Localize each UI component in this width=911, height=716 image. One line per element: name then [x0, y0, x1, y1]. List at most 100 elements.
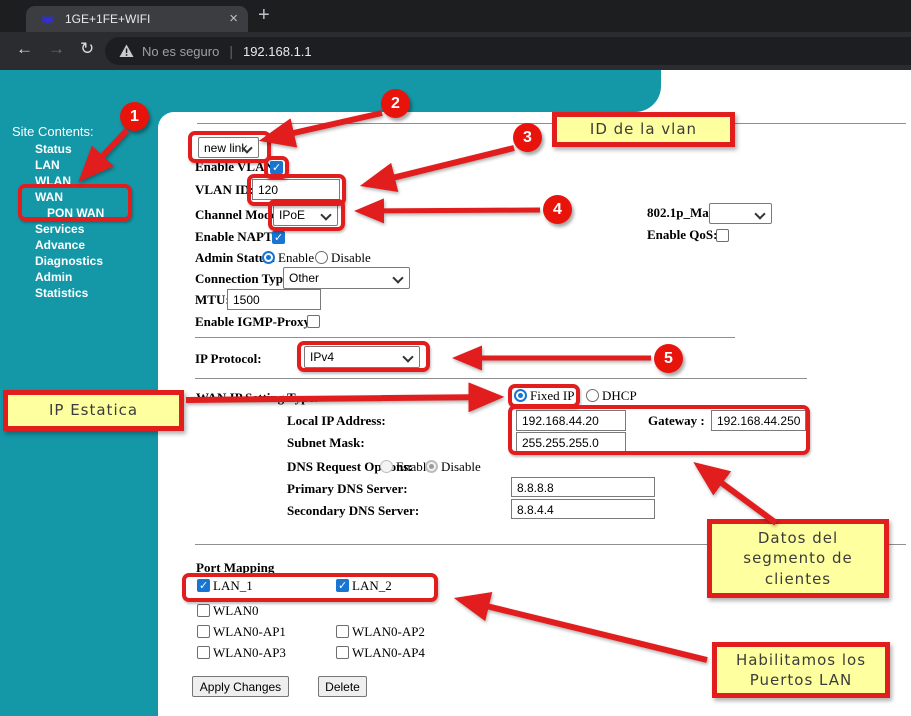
security-label: No es seguro	[142, 44, 219, 59]
wlan0-ap4-checkbox[interactable]	[336, 646, 349, 659]
dns-disable-label: Disable	[441, 460, 481, 474]
back-icon[interactable]: ←	[16, 39, 33, 59]
admin-enable-label: Enable	[278, 251, 314, 265]
admin-enable-radio[interactable]	[262, 251, 275, 264]
chevron-down-icon	[320, 209, 331, 220]
vlan-id-input[interactable]: 120	[252, 179, 340, 200]
apply-changes-button[interactable]: Apply Changes	[192, 676, 289, 697]
8021p-mark-select[interactable]	[709, 203, 772, 224]
connection-type-value: Other	[289, 271, 319, 285]
secondary-dns-input[interactable]: 8.8.4.4	[511, 499, 655, 519]
igmp-proxy-label: Enable IGMP-Proxy:	[195, 315, 314, 329]
ip-protocol-value: IPv4	[310, 350, 334, 364]
step-3-badge: 3	[513, 123, 542, 152]
primary-dns-input[interactable]: 8.8.8.8	[511, 477, 655, 497]
dhcp-label: DHCP	[602, 389, 637, 403]
fixed-ip-label: Fixed IP	[530, 389, 574, 403]
dns-disable-radio[interactable]	[425, 460, 438, 473]
wlan0-label: WLAN0	[213, 604, 259, 618]
dns-request-options-label: DNS Request Options:	[287, 460, 413, 474]
callout-lan-ports: Habilitamos los Puertos LAN	[712, 642, 890, 698]
enable-qos-checkbox[interactable]	[716, 229, 729, 242]
lan2-label: LAN_2	[352, 579, 392, 593]
sidebar-item-wan[interactable]: WAN	[35, 190, 63, 204]
subnet-mask-label: Subnet Mask:	[287, 436, 365, 450]
secondary-dns-label: Secondary DNS Server:	[287, 504, 419, 518]
igmp-proxy-checkbox[interactable]	[307, 315, 320, 328]
sidebar-item-status[interactable]: Status	[35, 142, 72, 156]
enable-napt-checkbox[interactable]	[272, 231, 285, 244]
url-text: 192.168.1.1	[243, 44, 312, 59]
wlan0-ap3-checkbox[interactable]	[197, 646, 210, 659]
wlan0-ap1-label: WLAN0-AP1	[213, 625, 286, 639]
browser-tab[interactable]: 1GE+1FE+WIFI ×	[26, 6, 248, 32]
divider-wan-ip	[195, 378, 807, 379]
channel-mode-select[interactable]: IPoE	[273, 204, 338, 226]
not-secure-warning-icon	[119, 44, 134, 58]
local-ip-input[interactable]: 192.168.44.20	[516, 410, 626, 431]
subnet-mask-input[interactable]: 255.255.255.0	[516, 432, 626, 453]
wan-ip-settings-label: WAN IP Settings:	[196, 391, 294, 405]
chevron-down-icon	[754, 208, 765, 219]
delete-button[interactable]: Delete	[318, 676, 367, 697]
forward-icon[interactable]: →	[48, 39, 65, 59]
sidebar-item-diagnostics[interactable]: Diagnostics	[35, 254, 103, 268]
lan2-checkbox[interactable]	[336, 579, 349, 592]
wlan0-checkbox[interactable]	[197, 604, 210, 617]
reload-icon[interactable]: ↻	[80, 39, 94, 59]
step-5-badge: 5	[654, 344, 683, 373]
type-label: Type:	[287, 391, 319, 405]
dhcp-radio[interactable]	[586, 389, 599, 402]
sidebar-item-admin[interactable]: Admin	[35, 270, 72, 284]
sidebar-item-lan[interactable]: LAN	[35, 158, 60, 172]
enable-vlan-checkbox[interactable]	[270, 161, 283, 174]
gateway-label: Gateway :	[648, 414, 705, 428]
address-bar[interactable]: No es seguro | 192.168.1.1	[105, 37, 911, 65]
port-mapping-title: Port Mapping	[196, 561, 274, 575]
router-favicon-icon	[40, 12, 55, 27]
tab-title: 1GE+1FE+WIFI	[65, 12, 150, 26]
ip-protocol-label: IP Protocol:	[195, 352, 262, 366]
wlan0-ap2-label: WLAN0-AP2	[352, 625, 425, 639]
step-2-badge: 2	[381, 89, 410, 118]
lan1-label: LAN_1	[213, 579, 253, 593]
new-tab-button[interactable]: +	[258, 4, 270, 27]
admin-disable-radio[interactable]	[315, 251, 328, 264]
connection-type-select[interactable]: Other	[283, 267, 410, 289]
mtu-input[interactable]: 1500	[227, 289, 321, 310]
wlan0-ap3-label: WLAN0-AP3	[213, 646, 286, 660]
channel-mode-value: IPoE	[279, 208, 305, 222]
enable-qos-label: Enable QoS:	[647, 228, 717, 242]
chevron-down-icon	[392, 272, 403, 283]
lan1-checkbox[interactable]	[197, 579, 210, 592]
callout-vlan-id: ID de la vlan	[552, 112, 735, 147]
channel-mode-label: Channel Mode	[195, 208, 277, 222]
divider-ip-protocol	[195, 337, 735, 338]
tab-close-icon[interactable]: ×	[229, 10, 238, 27]
omnibox-separator: |	[229, 43, 233, 59]
wlan0-ap4-label: WLAN0-AP4	[352, 646, 425, 660]
callout-client-segment: Datos del segmento de clientes	[707, 519, 889, 598]
mtu-label: MTU:	[195, 293, 230, 307]
sidebar-item-pon-wan[interactable]: PON WAN	[47, 206, 104, 220]
sidebar-item-services[interactable]: Services	[35, 222, 84, 236]
connection-type-label: Connection Type:	[195, 272, 293, 286]
primary-dns-label: Primary DNS Server:	[287, 482, 408, 496]
fixed-ip-radio[interactable]	[514, 389, 527, 402]
sidebar-item-statistics[interactable]: Statistics	[35, 286, 88, 300]
link-select[interactable]: new link	[198, 137, 259, 158]
sidebar-heading: Site Contents:	[12, 124, 94, 139]
local-ip-label: Local IP Address:	[287, 414, 386, 428]
sidebar-item-advance[interactable]: Advance	[35, 238, 85, 252]
screenshot-root: 1GE+1FE+WIFI × + ← → ↻ No es seguro | 19…	[0, 0, 911, 716]
browser-tab-bar: 1GE+1FE+WIFI × +	[0, 0, 911, 32]
callout-static-ip: IP Estatica	[3, 390, 184, 431]
ip-protocol-select[interactable]: IPv4	[304, 346, 420, 368]
wlan0-ap1-checkbox[interactable]	[197, 625, 210, 638]
step-4-badge: 4	[543, 195, 572, 224]
wlan0-ap2-checkbox[interactable]	[336, 625, 349, 638]
sidebar-item-wlan[interactable]: WLAN	[35, 174, 71, 188]
vlan-id-label: VLAN ID:	[195, 183, 254, 197]
dns-enable-radio[interactable]	[380, 460, 393, 473]
gateway-input[interactable]: 192.168.44.250	[711, 410, 806, 431]
